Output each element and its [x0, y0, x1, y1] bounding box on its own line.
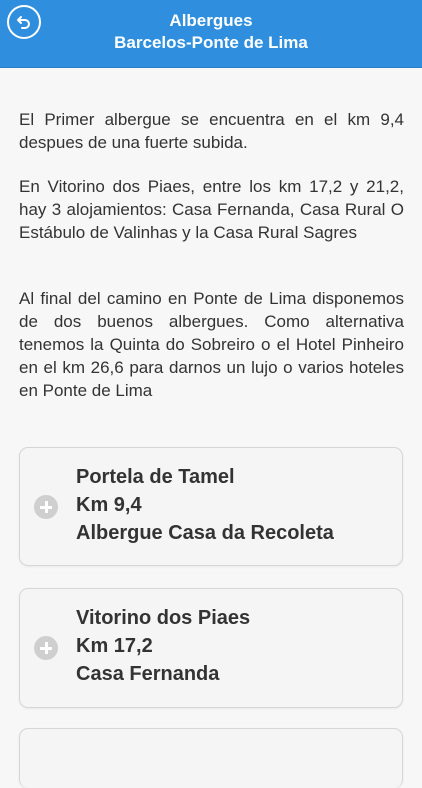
- intro-paragraph-3: Al final del camino en Ponte de Lima dis…: [19, 289, 404, 400]
- intro-paragraph-2: En Vitorino dos Piaes, entre los km 17,2…: [19, 177, 404, 242]
- title-line-1: Albergues: [169, 11, 253, 30]
- plus-circle-icon: [34, 495, 58, 519]
- card-name: Casa Fernanda: [76, 663, 220, 685]
- card-place: Portela de Tamel: [76, 466, 235, 488]
- albergue-card-partial[interactable]: [19, 728, 403, 788]
- card-text: Vitorino dos Piaes Km 17,2 Casa Fernanda: [76, 604, 250, 688]
- card-km: Km 9,4: [76, 494, 142, 516]
- back-arrow-icon: [17, 16, 30, 29]
- plus-circle-icon: [34, 636, 58, 660]
- albergue-card[interactable]: Portela de Tamel Km 9,4 Albergue Casa da…: [19, 447, 403, 566]
- card-name: Albergue Casa da Recoleta: [76, 522, 334, 544]
- app-header: Albergues Barcelos-Ponte de Lima: [0, 0, 422, 68]
- card-km: Km 17,2: [76, 635, 153, 657]
- card-place: Vitorino dos Piaes: [76, 607, 251, 629]
- card-text: Portela de Tamel Km 9,4 Albergue Casa da…: [76, 463, 334, 547]
- title-line-2: Barcelos-Ponte de Lima: [114, 33, 308, 52]
- page-title: Albergues Barcelos-Ponte de Lima: [0, 0, 422, 54]
- intro-paragraph-1: El Primer albergue se encuentra en el km…: [19, 110, 404, 152]
- back-button[interactable]: [7, 5, 41, 39]
- albergue-card[interactable]: Vitorino dos Piaes Km 17,2 Casa Fernanda: [19, 588, 403, 708]
